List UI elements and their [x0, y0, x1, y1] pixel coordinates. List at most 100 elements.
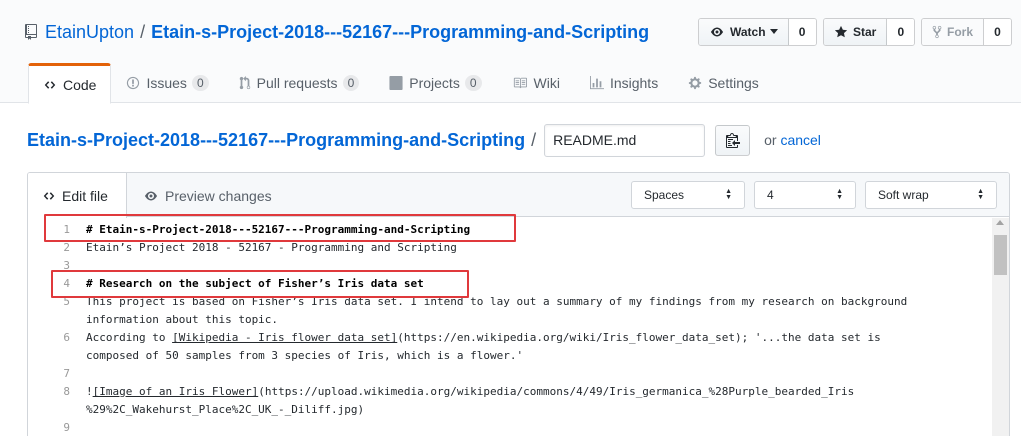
wrap-mode-value: Soft wrap	[878, 188, 929, 202]
scroll-thumb[interactable]	[994, 235, 1007, 275]
scroll-up-arrow-icon[interactable]	[996, 220, 1004, 225]
line-number: 6	[63, 331, 70, 344]
code-line[interactable]: 4 # Research on the subject of Fisher’s I…	[28, 275, 988, 293]
indent-size-select[interactable]: 4 ▲ ▼	[754, 181, 856, 209]
tab-settings[interactable]: Settings	[673, 63, 774, 103]
tab-issues-label: Issues	[146, 75, 187, 91]
breadcrumb: Etain-s-Project-2018---52167---Programmi…	[27, 123, 821, 157]
heading-text: # Research on the subject of Fisher’s Ir…	[86, 277, 424, 290]
watch-count[interactable]: 0	[788, 19, 816, 45]
code-line[interactable]: composed of 50 samples from 3 species of…	[28, 347, 988, 365]
preview-changes-label: Preview changes	[165, 187, 272, 204]
code-line[interactable]: 8 ![Image of an Iris Flower](https://uplo…	[28, 383, 988, 401]
tab-projects-label: Projects	[409, 75, 460, 91]
tab-insights-label: Insights	[609, 75, 659, 91]
caret-down-icon	[769, 29, 778, 34]
code-line[interactable]: 7	[28, 365, 988, 383]
watch-button[interactable]: Watch	[699, 19, 789, 45]
pull-requests-count: 0	[342, 75, 360, 91]
line-number: 4	[63, 277, 70, 290]
project-icon	[389, 76, 403, 90]
line-number: 3	[63, 259, 70, 272]
line-number: 1	[63, 223, 70, 236]
wrap-mode-select[interactable]: Soft wrap ▲ ▼	[865, 181, 997, 209]
issues-count: 0	[191, 75, 209, 91]
plain-text: (https://en.wikipedia.org/wiki/Iris_flow…	[397, 331, 881, 344]
heading-text: # Etain-s-Project-2018---52167---Program…	[86, 223, 471, 236]
code-line[interactable]: %29%2C_Wakehurst_Place%2C_UK_-_Diliff.jp…	[28, 401, 988, 419]
code-editor-area[interactable]: 1 # Etain-s-Project-2018---52167---Progra…	[28, 218, 1009, 436]
tab-edit-file[interactable]: Edit file	[28, 173, 127, 218]
indent-size-value: 4	[767, 188, 774, 202]
indent-mode-value: Spaces	[644, 188, 685, 202]
or-cancel-text: or cancel	[764, 132, 821, 148]
plain-text: composed of 50 samples from 3 species of…	[86, 349, 524, 362]
fork-label: Fork	[947, 25, 974, 39]
tab-pull-requests-label: Pull requests	[256, 75, 338, 91]
star-label: Star	[853, 25, 877, 39]
code-line[interactable]: 3	[28, 257, 988, 275]
code-icon	[44, 80, 56, 89]
cancel-link[interactable]: cancel	[780, 132, 820, 148]
repo-nav: Code Issues 0 Pull requests 0 Projects 0…	[28, 63, 774, 104]
tab-projects[interactable]: Projects 0	[374, 63, 496, 103]
tab-settings-label: Settings	[708, 75, 759, 91]
tab-pull-requests[interactable]: Pull requests 0	[224, 63, 375, 103]
select-arrows-icon: ▲ ▼	[977, 188, 984, 201]
tab-wiki[interactable]: Wiki	[497, 63, 575, 103]
select-arrows-icon: ▲ ▼	[836, 188, 843, 201]
repo-owner-link[interactable]: EtainUpton	[45, 21, 134, 43]
code-line[interactable]: information about this topic.	[28, 311, 988, 329]
tab-issues[interactable]: Issues 0	[111, 63, 223, 103]
code-line[interactable]: 6 According to [Wikipedia - Iris flower d…	[28, 329, 988, 347]
eye-icon	[145, 191, 157, 200]
plain-text: !	[86, 385, 93, 398]
plain-text: %29%2C_Wakehurst_Place%2C_UK_-_Diliff.jp…	[86, 403, 365, 416]
tab-preview-changes[interactable]: Preview changes	[143, 173, 272, 218]
breadcrumb-separator: /	[531, 129, 537, 150]
graph-icon	[589, 76, 604, 90]
plain-text: Etain’s Project 2018 - 52167 - Programmi…	[86, 241, 457, 254]
gear-icon	[689, 76, 702, 90]
star-count[interactable]: 0	[887, 19, 915, 45]
eye-icon	[711, 27, 723, 37]
repo-title: EtainUpton / Etain-s-Project-2018---5216…	[25, 21, 649, 43]
line-number: 2	[63, 241, 70, 254]
fork-group: Fork 0	[921, 18, 1013, 46]
editor-header: Edit file Preview changes Spaces ▲ ▼ 4 ▲ ▼…	[28, 173, 1009, 218]
fork-button[interactable]: Fork	[922, 19, 985, 45]
link-text: [Wikipedia - Iris flower data set]	[172, 331, 398, 344]
line-content: composed of 50 samples from 3 species of…	[86, 347, 523, 365]
line-content: ![Image of an Iris Flower](https://uploa…	[86, 383, 854, 401]
code-line[interactable]: 2 Etain’s Project 2018 - 52167 - Programm…	[28, 239, 988, 257]
plain-text: information about this topic.	[86, 313, 279, 326]
line-number: 5	[63, 295, 70, 308]
breadcrumb-repo-link[interactable]: Etain-s-Project-2018---52167---Programmi…	[27, 130, 525, 151]
code-line[interactable]: 9	[28, 419, 988, 436]
editor-scrollbar[interactable]	[992, 218, 1009, 436]
code-line[interactable]: 5 This project is based on Fisher’s Iris …	[28, 293, 988, 311]
tab-code[interactable]: Code	[28, 63, 112, 104]
line-content: This project is based on Fisher’s Iris d…	[86, 293, 907, 311]
issue-icon	[127, 76, 140, 90]
code-line[interactable]: 1 # Etain-s-Project-2018---52167---Progra…	[28, 221, 988, 239]
watch-label: Watch	[730, 25, 766, 39]
plain-text: According to	[86, 331, 173, 344]
pull-request-icon	[239, 76, 250, 90]
repo-name-link[interactable]: Etain-s-Project-2018---52167---Programmi…	[151, 21, 649, 43]
indent-mode-select[interactable]: Spaces ▲ ▼	[631, 181, 745, 209]
fork-count[interactable]: 0	[984, 19, 1012, 45]
book-icon	[513, 77, 527, 89]
link-text: [Image of an Iris Flower]	[92, 385, 259, 398]
line-content: # Research on the subject of Fisher’s Ir…	[86, 275, 424, 293]
plain-text: (https://upload.wikimedia.org/wikipedia/…	[258, 385, 855, 398]
star-button[interactable]: Star	[824, 19, 888, 45]
line-content: # Etain-s-Project-2018---52167---Program…	[86, 221, 470, 239]
tab-insights[interactable]: Insights	[575, 63, 673, 103]
fork-icon	[932, 25, 942, 39]
copy-path-button[interactable]	[715, 124, 751, 156]
or-label: or	[764, 132, 777, 148]
edit-file-label: Edit file	[62, 187, 108, 204]
filename-input[interactable]	[544, 123, 706, 157]
star-icon	[834, 25, 848, 38]
